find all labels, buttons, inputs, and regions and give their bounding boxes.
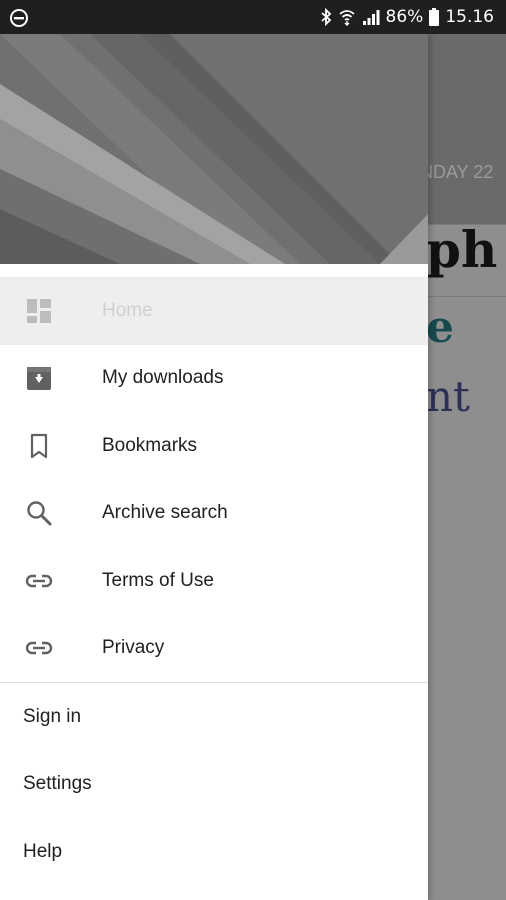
background-masthead-fragment-2: e [428, 302, 454, 353]
bookmark-icon [24, 431, 54, 461]
clock: 15.16 [445, 7, 494, 27]
status-bar: 86% 15.16 [0, 0, 506, 34]
menu-item-my-downloads[interactable]: My downloads [0, 345, 428, 413]
menu-item-help[interactable]: Help [0, 818, 428, 886]
search-icon [24, 498, 54, 528]
menu-item-label: Bookmarks [102, 434, 198, 456]
navigation-drawer: Home My downloads Bookmarks Archive sear… [0, 34, 428, 900]
background-header [428, 34, 506, 224]
bluetooth-icon [320, 8, 332, 26]
do-not-disturb-icon [9, 8, 29, 33]
menu-item-label: Sign in [23, 705, 82, 727]
menu-item-home[interactable]: Home [0, 277, 428, 345]
download-box-icon [24, 363, 54, 393]
menu-item-terms-of-use[interactable]: Terms of Use [0, 547, 428, 615]
wifi-icon [338, 8, 356, 26]
background-masthead-fragment: ph [428, 220, 498, 279]
menu-item-sign-in[interactable]: Sign in [0, 683, 428, 751]
background-date-text: NDAY 22 [428, 162, 494, 182]
menu-item-bookmarks[interactable]: Bookmarks [0, 412, 428, 480]
menu-item-label: Privacy [102, 637, 165, 659]
battery-percentage: 86% [385, 7, 424, 27]
battery-icon [429, 8, 440, 26]
menu-item-label: My downloads [102, 367, 224, 389]
menu-item-label: Terms of Use [102, 569, 214, 591]
drawer-menu: Home My downloads Bookmarks Archive sear… [0, 277, 428, 886]
menu-item-privacy[interactable]: Privacy [0, 615, 428, 683]
menu-item-label: Archive search [102, 502, 228, 524]
background-app: NDAY 22 ph e nt [428, 34, 506, 900]
background-divider-2 [428, 296, 506, 297]
link-icon [24, 566, 54, 596]
menu-item-label: Settings [23, 773, 92, 795]
menu-item-archive-search[interactable]: Archive search [0, 480, 428, 548]
link-icon [24, 633, 54, 663]
menu-item-settings[interactable]: Settings [0, 751, 428, 819]
signal-icon [362, 8, 380, 26]
dashboard-icon [24, 296, 54, 326]
menu-item-label: Home [102, 299, 153, 321]
menu-item-label: Help [23, 840, 63, 862]
drawer-header-image [0, 34, 428, 264]
background-masthead-fragment-3: nt [428, 372, 470, 421]
